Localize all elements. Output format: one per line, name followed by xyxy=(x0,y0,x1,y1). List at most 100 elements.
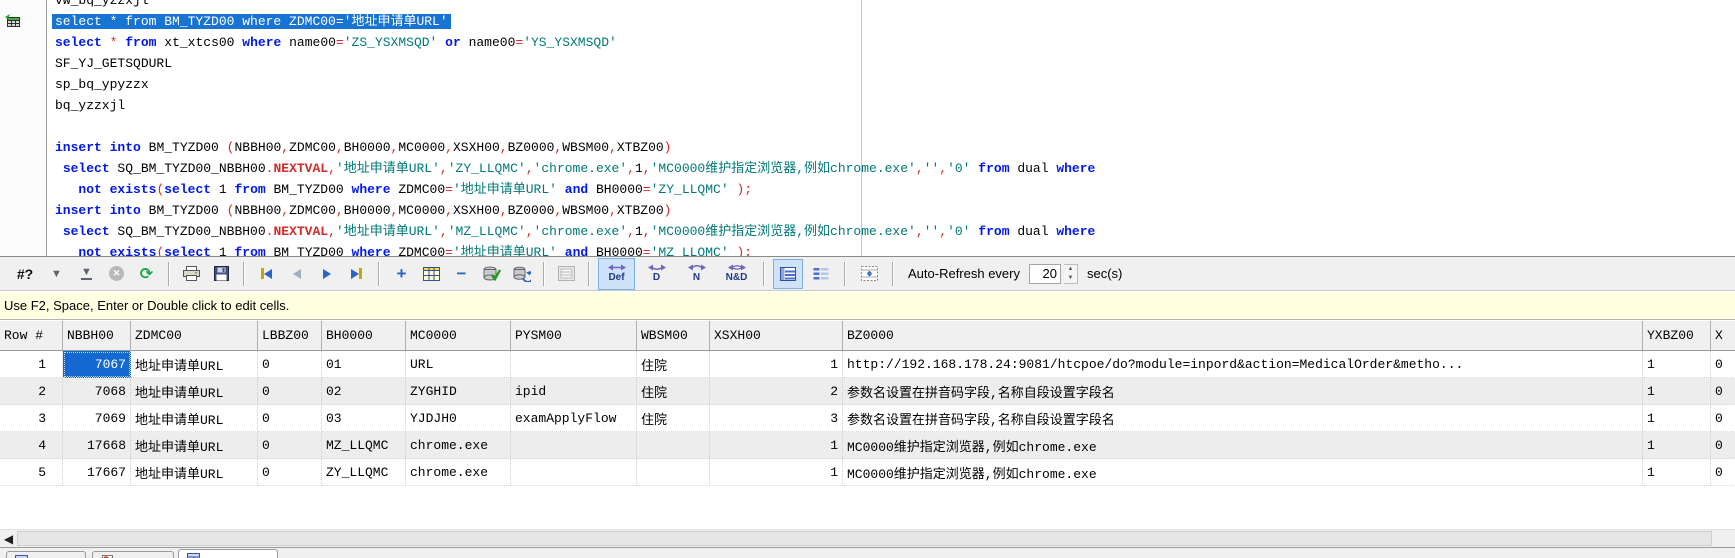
sql-editor[interactable]: vw_bq_yzzxjl select * from BM_TYZD00 wher… xyxy=(0,0,1735,256)
cell-zdmc00[interactable]: 地址申请单URL xyxy=(131,351,258,378)
cell-bh0000[interactable]: MZ_LLQMC xyxy=(322,432,406,459)
result-tab-3-active[interactable] xyxy=(178,549,278,558)
column-header-wbsm00[interactable]: WBSM00 xyxy=(637,321,710,351)
cell-bz0000[interactable]: 参数名设置在拼音码字段,名称自段设置字段名 xyxy=(843,378,1643,405)
print-icon[interactable] xyxy=(178,261,205,287)
cell-row-[interactable]: 5 xyxy=(0,459,63,486)
code-line[interactable]: SF_YJ_GETSQDURL xyxy=(55,53,1095,74)
cell-xsxh00[interactable]: 3 xyxy=(710,405,843,432)
scrollbar-thumb[interactable] xyxy=(17,531,1712,546)
next-record-icon[interactable] xyxy=(313,261,340,287)
code-line[interactable]: select SQ_BM_TYZD00_NBBH00.NEXTVAL,'地址申请… xyxy=(55,221,1096,242)
cell-lbbz00[interactable]: 0 xyxy=(258,351,322,378)
cell-pysm00[interactable]: examApplyFlow xyxy=(511,405,637,432)
column-header-mc0000[interactable]: MC0000 xyxy=(406,321,511,351)
cell-x[interactable]: 0 xyxy=(1711,378,1735,405)
auto-row-height-icon[interactable] xyxy=(854,259,884,289)
code-line[interactable]: select SQ_BM_TYZD00_NBBH00.NEXTVAL,'地址申请… xyxy=(55,158,1096,179)
cell-row-[interactable]: 1 xyxy=(0,351,63,378)
autorefresh-spinner[interactable]: ▲ ▼ xyxy=(1064,263,1078,284)
code-line[interactable]: select * from xt_xtcs00 where name00='ZS… xyxy=(55,32,1095,53)
column-header-zdmc00[interactable]: ZDMC00 xyxy=(131,321,258,351)
cell-wbsm00[interactable] xyxy=(637,459,710,486)
size-columns-data-button[interactable]: D xyxy=(638,258,675,290)
result-tab-2[interactable] xyxy=(92,551,174,558)
cell-wbsm00[interactable]: 住院 xyxy=(637,405,710,432)
cell-pysm00[interactable] xyxy=(511,351,637,378)
refresh-icon[interactable]: ⟳ xyxy=(133,261,160,287)
last-record-icon[interactable] xyxy=(343,261,370,287)
scroll-left-arrow[interactable]: ◀ xyxy=(0,530,17,547)
cell-row-[interactable]: 3 xyxy=(0,405,63,432)
cell-row-[interactable]: 4 xyxy=(0,432,63,459)
cell-bz0000[interactable]: MC0000维护指定浏览器,例如chrome.exe xyxy=(843,432,1643,459)
cell-wbsm00[interactable] xyxy=(637,432,710,459)
grid-view-icon[interactable] xyxy=(773,258,803,289)
cell-bz0000[interactable]: MC0000维护指定浏览器,例如chrome.exe xyxy=(843,459,1643,486)
cell-bz0000[interactable]: 参数名设置在拼音码字段,名称自段设置字段名 xyxy=(843,405,1643,432)
delete-record-icon[interactable]: − xyxy=(448,261,475,287)
cell-yxbz00[interactable]: 1 xyxy=(1643,432,1711,459)
cell-lbbz00[interactable]: 0 xyxy=(258,459,322,486)
code-line[interactable]: not exists(select 1 from BM_TYZD00 where… xyxy=(55,179,1095,200)
code-line[interactable]: insert into BM_TYZD00 (NBBH00,ZDMC00,BH0… xyxy=(55,137,1095,158)
cell-pysm00[interactable]: ipid xyxy=(511,378,637,405)
post-changes-icon[interactable] xyxy=(478,261,505,287)
cell-nbbh00[interactable]: 7069 xyxy=(63,405,131,432)
cell-xsxh00[interactable]: 1 xyxy=(710,351,843,378)
cell-lbbz00[interactable]: 0 xyxy=(258,405,322,432)
cell-yxbz00[interactable]: 1 xyxy=(1643,351,1711,378)
column-header-bz0000[interactable]: BZ0000 xyxy=(843,321,1643,351)
record-count-button[interactable]: #? xyxy=(10,261,40,287)
cell-yxbz00[interactable]: 1 xyxy=(1643,405,1711,432)
cell-x[interactable]: 0 xyxy=(1711,432,1735,459)
prior-record-icon[interactable] xyxy=(283,261,310,287)
refresh-records-icon[interactable] xyxy=(508,261,535,287)
filter-icon[interactable]: ▼ xyxy=(43,261,70,287)
cell-pysm00[interactable] xyxy=(511,459,637,486)
code-line[interactable]: bq_yzzxjl xyxy=(55,95,1095,116)
cell-row-[interactable]: 2 xyxy=(0,378,63,405)
cell-mc0000[interactable]: chrome.exe xyxy=(406,459,511,486)
column-header-nbbh00[interactable]: NBBH00 xyxy=(63,321,131,351)
size-columns-default-button[interactable]: Def xyxy=(598,257,635,290)
single-record-view-icon[interactable] xyxy=(806,259,836,289)
selected-code-line[interactable]: select * from BM_TYZD00 where ZDMC00='地址… xyxy=(52,14,451,29)
size-columns-name-and-data-button[interactable]: N&D xyxy=(718,258,755,290)
sql-code[interactable]: vw_bq_yzzxjl select * from BM_TYZD00 wher… xyxy=(52,0,1096,256)
cell-nbbh00[interactable]: 7068 xyxy=(63,378,131,405)
column-header-row-[interactable]: Row # xyxy=(0,321,63,351)
spinner-down-icon[interactable]: ▼ xyxy=(1064,274,1077,283)
filter-apply-icon[interactable]: ▼ xyxy=(73,261,100,287)
cell-mc0000[interactable]: chrome.exe xyxy=(406,432,511,459)
cell-x[interactable]: 0 xyxy=(1711,405,1735,432)
cell-yxbz00[interactable]: 1 xyxy=(1643,459,1711,486)
cell-bz0000[interactable]: http://192.168.178.24:9081/htcpoe/do?mod… xyxy=(843,351,1643,378)
cell-bh0000[interactable]: 01 xyxy=(322,351,406,378)
cancel-icon[interactable]: ✕ xyxy=(103,261,130,287)
cell-lbbz00[interactable]: 0 xyxy=(258,378,322,405)
cell-zdmc00[interactable]: 地址申请单URL xyxy=(131,378,258,405)
cell-xsxh00[interactable]: 1 xyxy=(710,432,843,459)
cell-yxbz00[interactable]: 1 xyxy=(1643,378,1711,405)
column-header-pysm00[interactable]: PYSM00 xyxy=(511,321,637,351)
column-header-x[interactable]: X xyxy=(1711,321,1735,351)
code-line[interactable]: select * from BM_TYZD00 where ZDMC00='地址… xyxy=(52,11,1095,32)
cell-zdmc00[interactable]: 地址申请单URL xyxy=(131,432,258,459)
column-header-lbbz00[interactable]: LBBZ00 xyxy=(258,321,322,351)
save-icon[interactable] xyxy=(208,261,235,287)
code-line[interactable]: not exists(select 1 from BM_TYZD00 where… xyxy=(55,242,1095,256)
cell-pysm00[interactable] xyxy=(511,432,637,459)
cell-nbbh00[interactable]: 17668 xyxy=(63,432,131,459)
cell-zdmc00[interactable]: 地址申请单URL xyxy=(131,459,258,486)
first-record-icon[interactable] xyxy=(253,261,280,287)
autorefresh-interval-input[interactable] xyxy=(1029,263,1061,284)
horizontal-scrollbar[interactable]: ◀ xyxy=(0,529,1735,548)
cell-lbbz00[interactable]: 0 xyxy=(258,432,322,459)
cell-zdmc00[interactable]: 地址申请单URL xyxy=(131,405,258,432)
cell-wbsm00[interactable]: 住院 xyxy=(637,378,710,405)
data-grid[interactable]: Row # NBBH00 ZDMC00 LBBZ00 BH0000 MC0000 PYSM0… xyxy=(0,321,1735,529)
cell-bh0000[interactable]: 03 xyxy=(322,405,406,432)
column-header-yxbz00[interactable]: YXBZ00 xyxy=(1643,321,1711,351)
cell-x[interactable]: 0 xyxy=(1711,351,1735,378)
